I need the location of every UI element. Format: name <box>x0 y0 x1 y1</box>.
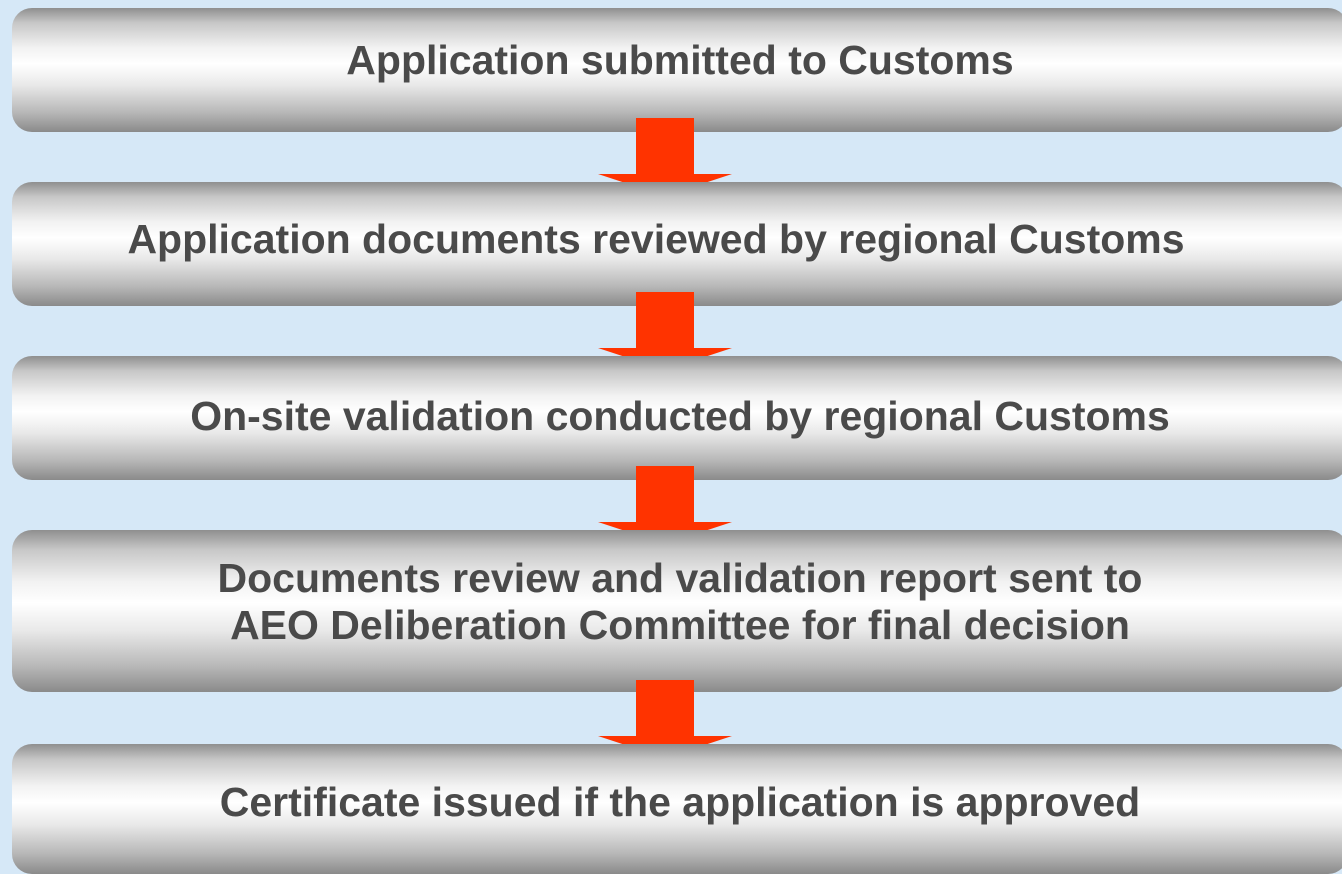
flow-step-1-text: Application submitted to Customs <box>346 36 1014 83</box>
flow-step-5-text: Certificate issued if the application is… <box>219 778 1141 825</box>
flow-step-4-text: Documents review and validation report s… <box>217 555 1143 648</box>
flow-step-2: Application documents reviewed by region… <box>12 182 1342 306</box>
flow-step-4: Documents review and validation report s… <box>12 530 1342 692</box>
flow-step-5: Certificate issued if the application is… <box>12 744 1342 874</box>
flow-step-3-text: On-site validation conducted by regional… <box>190 392 1170 439</box>
flow-step-2-text: Application documents reviewed by region… <box>127 215 1185 262</box>
flow-step-1: Application submitted to Customs <box>12 8 1342 132</box>
flow-step-3: On-site validation conducted by regional… <box>12 356 1342 480</box>
